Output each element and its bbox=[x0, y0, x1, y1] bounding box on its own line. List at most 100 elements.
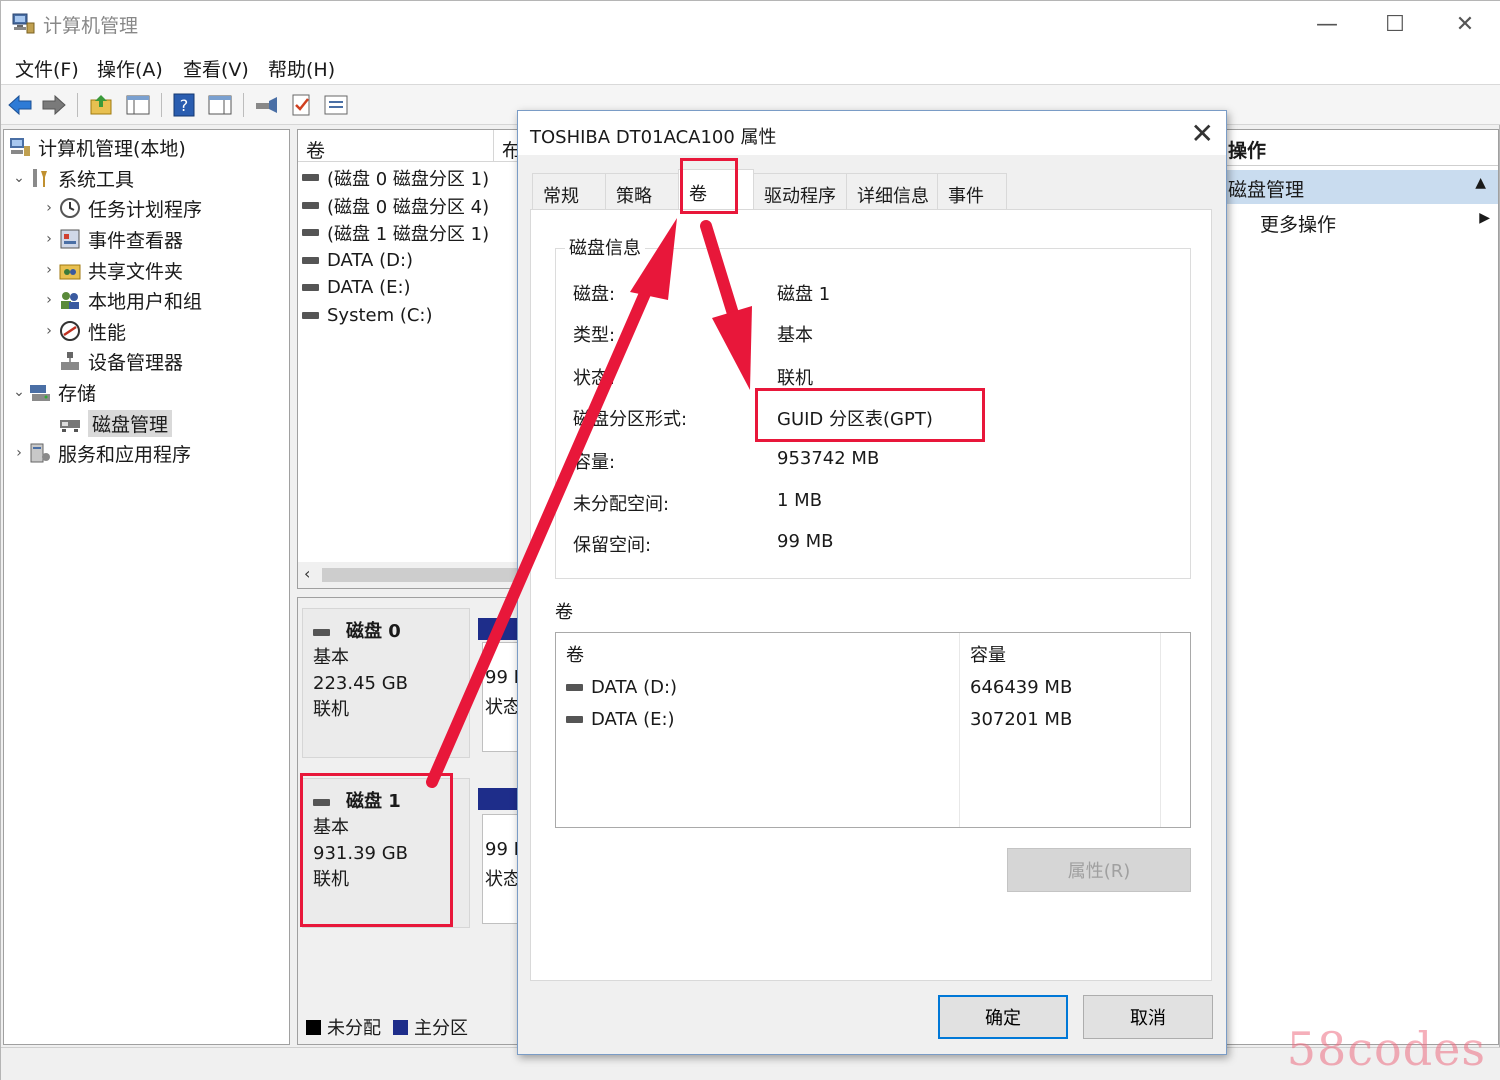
chevron-right-icon[interactable]: › bbox=[40, 200, 58, 216]
primary-swatch bbox=[393, 1019, 408, 1035]
shared-folder-icon bbox=[59, 264, 81, 280]
disk-properties-dialog: TOSHIBA DT01ACA100 属性 ✕ 常规 策略 卷 驱动程序 详细信… bbox=[517, 110, 1227, 1055]
disk-size: 223.45 GB bbox=[313, 673, 409, 694]
unallocated-swatch bbox=[306, 1019, 321, 1035]
dialog-tabs: 常规 策略 卷 驱动程序 详细信息 事件 bbox=[532, 169, 1007, 209]
submenu-arrow-icon: ▶ bbox=[1479, 210, 1490, 226]
drive-icon bbox=[566, 716, 583, 723]
dialog-title: TOSHIBA DT01ACA100 属性 bbox=[530, 127, 777, 148]
menu-file[interactable]: 文件(F) bbox=[15, 55, 79, 82]
chevron-right-icon[interactable]: › bbox=[40, 323, 58, 339]
connect-icon[interactable] bbox=[253, 93, 279, 117]
field-label-status: 状态: bbox=[573, 368, 616, 389]
menu-help[interactable]: 帮助(H) bbox=[268, 55, 335, 82]
column-divider[interactable] bbox=[959, 633, 960, 827]
disk-1-card[interactable]: 磁盘 1 基本 931.39 GB 联机 bbox=[302, 778, 470, 928]
table-row[interactable]: DATA (E:) bbox=[566, 709, 675, 730]
dialog-close-button[interactable]: ✕ bbox=[1191, 117, 1214, 150]
tree-label: 设备管理器 bbox=[88, 351, 184, 374]
menu-view[interactable]: 查看(V) bbox=[183, 55, 249, 82]
actions-group-disk-management[interactable]: 磁盘管理 ▲ bbox=[1224, 170, 1498, 204]
horizontal-scrollbar[interactable]: ‹ bbox=[298, 562, 518, 588]
field-label-reserved: 保留空间: bbox=[573, 535, 652, 556]
legend-primary: 主分区 bbox=[414, 1018, 468, 1039]
tab-general[interactable]: 常规 bbox=[532, 173, 606, 209]
field-label-unallocated: 未分配空间: bbox=[573, 494, 670, 515]
column-divider[interactable] bbox=[1160, 633, 1161, 827]
close-button[interactable]: ✕ bbox=[1439, 7, 1491, 41]
table-cell-capacity: 307201 MB bbox=[970, 709, 1073, 730]
clock-icon bbox=[60, 198, 80, 218]
tree-label: 服务和应用程序 bbox=[58, 443, 192, 466]
tree-item-storage[interactable]: ⌄ 存储 bbox=[10, 377, 96, 407]
list-item[interactable]: (磁盘 0 磁盘分区 4)简 bbox=[302, 192, 545, 219]
tree-label: 磁盘管理 bbox=[88, 409, 173, 437]
show-hide-action-pane-icon[interactable] bbox=[207, 93, 233, 117]
chevron-down-icon[interactable]: ⌄ bbox=[10, 384, 28, 400]
properties-list-icon[interactable] bbox=[323, 93, 349, 117]
chevron-right-icon[interactable]: › bbox=[10, 445, 28, 461]
tree-item-task-scheduler[interactable]: › 任务计划程序 bbox=[40, 193, 202, 223]
chevron-right-icon[interactable]: › bbox=[40, 231, 58, 247]
disk-name: 磁盘 0 bbox=[346, 621, 401, 642]
tab-policies[interactable]: 策略 bbox=[605, 173, 679, 209]
drive-icon bbox=[302, 312, 319, 319]
drive-icon bbox=[313, 798, 330, 806]
chevron-down-icon[interactable]: ⌄ bbox=[10, 170, 28, 186]
tree-item-performance[interactable]: › 性能 bbox=[40, 316, 126, 346]
drive-icon bbox=[302, 202, 319, 209]
tree-item-disk-management[interactable]: 磁盘管理 bbox=[58, 408, 173, 438]
title-bar[interactable]: 计算机管理 — ☐ ✕ bbox=[1, 1, 1500, 47]
scrollbar-thumb[interactable] bbox=[322, 568, 518, 582]
tree-label: 系统工具 bbox=[58, 168, 135, 191]
ok-button[interactable]: 确定 bbox=[938, 995, 1068, 1039]
forward-arrow-icon[interactable] bbox=[41, 93, 67, 117]
more-actions-item[interactable]: 更多操作 ▶ bbox=[1260, 210, 1490, 237]
list-item[interactable]: System (C:)简 bbox=[302, 302, 545, 329]
list-item[interactable]: DATA (E:)简 bbox=[302, 274, 545, 301]
dialog-title-bar[interactable]: TOSHIBA DT01ACA100 属性 ✕ bbox=[518, 111, 1226, 155]
show-hide-tree-icon[interactable] bbox=[125, 93, 151, 117]
up-folder-icon[interactable] bbox=[89, 93, 115, 117]
tree-item-event-viewer[interactable]: › 事件查看器 bbox=[40, 224, 183, 254]
column-header-volume[interactable]: 卷 bbox=[556, 633, 958, 669]
list-item[interactable]: (磁盘 0 磁盘分区 1)简 bbox=[302, 164, 545, 191]
properties-button[interactable]: 属性(R) bbox=[1007, 848, 1191, 892]
partition-box[interactable]: 99 I 状态 bbox=[482, 642, 518, 752]
tree-item-system-tools[interactable]: ⌄ 系统工具 bbox=[10, 163, 134, 193]
disk-0-card[interactable]: 磁盘 0 基本 223.45 GB 联机 bbox=[302, 608, 470, 758]
list-item[interactable]: DATA (D:)简 bbox=[302, 247, 545, 274]
disk-type: 基本 bbox=[313, 647, 349, 668]
chevron-right-icon[interactable]: › bbox=[40, 262, 58, 278]
chevron-right-icon[interactable]: › bbox=[40, 292, 58, 308]
services-icon bbox=[30, 443, 50, 463]
list-item[interactable]: (磁盘 1 磁盘分区 1)简 bbox=[302, 219, 545, 246]
collapse-up-icon[interactable]: ▲ bbox=[1475, 175, 1486, 199]
tree-item-shared-folders[interactable]: › 共享文件夹 bbox=[40, 255, 183, 285]
check-list-icon[interactable] bbox=[289, 93, 315, 117]
minimize-button[interactable]: — bbox=[1301, 7, 1353, 41]
cancel-button[interactable]: 取消 bbox=[1083, 995, 1213, 1039]
tree-item-device-manager[interactable]: 设备管理器 bbox=[58, 346, 183, 376]
tree-item-root[interactable]: 计算机管理(本地) bbox=[8, 132, 186, 162]
tab-driver[interactable]: 驱动程序 bbox=[753, 173, 847, 209]
maximize-button[interactable]: ☐ bbox=[1369, 7, 1421, 41]
help-icon[interactable]: ? bbox=[171, 93, 197, 117]
disk-info-title: 磁盘信息 bbox=[565, 234, 645, 260]
tree-item-local-users[interactable]: › 本地用户和组 bbox=[40, 285, 202, 315]
tab-volumes[interactable]: 卷 bbox=[678, 169, 754, 209]
tab-events[interactable]: 事件 bbox=[937, 173, 1007, 209]
scroll-left-icon[interactable]: ‹ bbox=[304, 564, 310, 583]
table-row[interactable]: DATA (D:) bbox=[566, 677, 677, 698]
partition-box[interactable]: 99 I 状态 bbox=[482, 814, 518, 924]
column-header-capacity[interactable]: 容量 bbox=[960, 633, 1160, 669]
partition-header-bar bbox=[478, 788, 518, 810]
back-arrow-icon[interactable] bbox=[7, 93, 33, 117]
menu-action[interactable]: 操作(A) bbox=[97, 55, 163, 82]
field-value-status: 联机 bbox=[777, 368, 813, 389]
column-header-volume[interactable]: 卷 bbox=[298, 130, 494, 162]
field-value-disk: 磁盘 1 bbox=[777, 284, 831, 305]
tab-details[interactable]: 详细信息 bbox=[846, 173, 938, 209]
disk-name: 磁盘 1 bbox=[346, 791, 401, 812]
tree-item-services-apps[interactable]: › 服务和应用程序 bbox=[10, 438, 191, 468]
